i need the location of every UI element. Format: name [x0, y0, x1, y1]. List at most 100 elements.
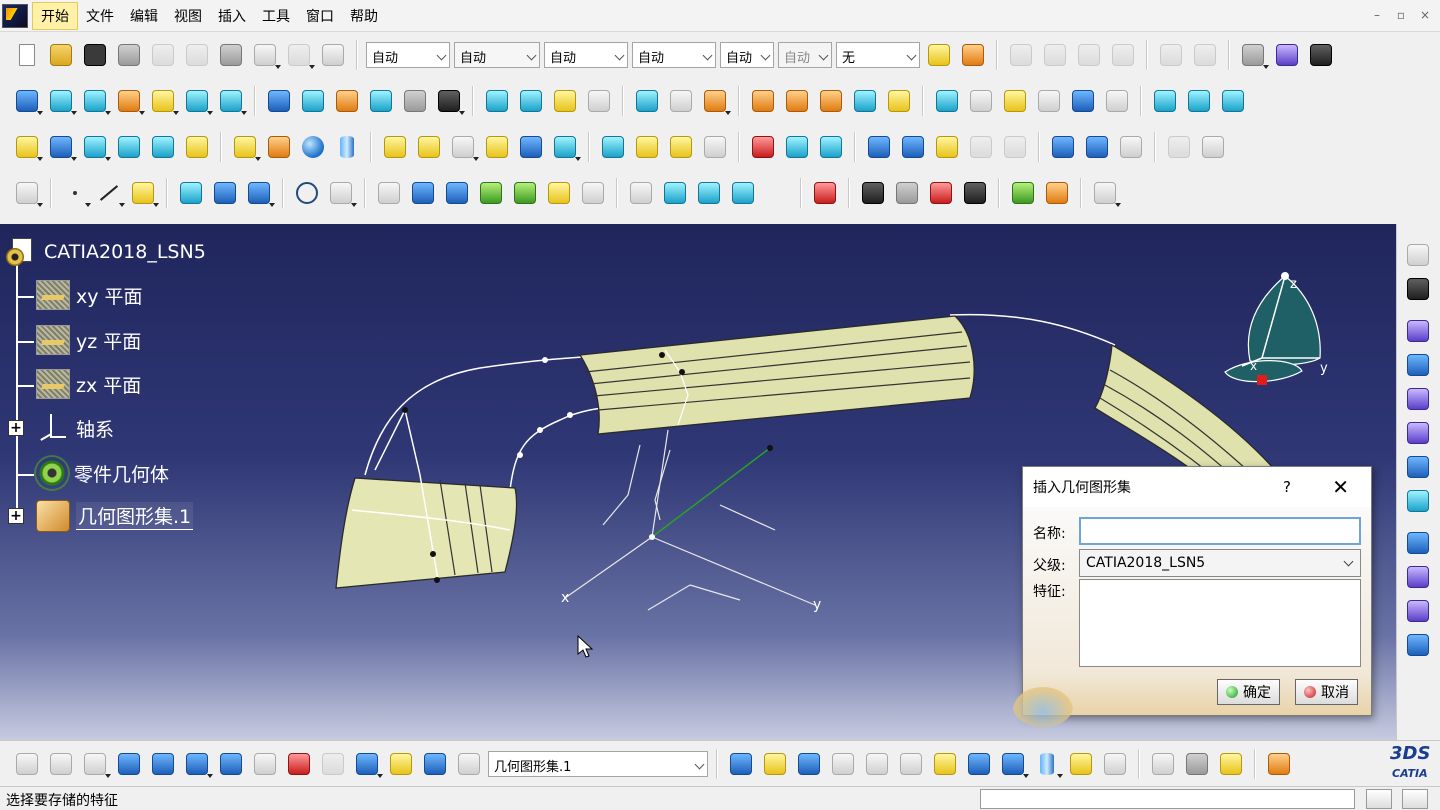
line-button[interactable]: [94, 178, 125, 208]
boolean-button[interactable]: [748, 132, 778, 162]
boundary-button[interactable]: [700, 86, 731, 116]
connect-curve-button[interactable]: [326, 178, 357, 208]
status-button-1[interactable]: [1366, 789, 1392, 809]
assemble-button[interactable]: [782, 132, 812, 162]
tritangent-button[interactable]: [884, 86, 914, 116]
geometric-set-button[interactable]: [1042, 178, 1072, 208]
remove-face-button[interactable]: [550, 132, 581, 162]
chamfer-button[interactable]: [414, 132, 444, 162]
analysis-tools-button[interactable]: [1090, 178, 1121, 208]
rect-pattern-button[interactable]: [632, 132, 662, 162]
minimize-icon[interactable]: –: [1368, 6, 1386, 24]
projection-button[interactable]: [176, 178, 206, 208]
deform-button[interactable]: [46, 86, 77, 116]
layer-button[interactable]: [182, 749, 213, 779]
box-view-button[interactable]: [216, 749, 246, 779]
plane-button[interactable]: [128, 178, 159, 208]
thick-surface-button[interactable]: [230, 132, 261, 162]
variable-fillet-button[interactable]: [782, 86, 812, 116]
line-type-combo[interactable]: 自动: [632, 42, 716, 68]
curve-point[interactable]: [434, 577, 440, 583]
formula-button[interactable]: [578, 178, 608, 208]
search-button[interactable]: [386, 749, 416, 779]
copy-button[interactable]: [182, 40, 212, 70]
dot-grid-button[interactable]: [1048, 132, 1078, 162]
wire-button[interactable]: [482, 86, 512, 116]
menu-file[interactable]: 文件: [78, 3, 122, 29]
3d-viewport[interactable]: x y CATIA2018_LSN5 xy 平面 yz 平面 zx 平面 + 轴…: [0, 224, 1396, 740]
rotate-button[interactable]: [966, 86, 996, 116]
workbench-switch-button[interactable]: [1264, 749, 1294, 779]
whats-this-button[interactable]: [318, 40, 348, 70]
open-button[interactable]: [46, 40, 76, 70]
guide-curve-upper[interactable]: [364, 355, 601, 476]
flag-button[interactable]: [298, 86, 328, 116]
stop-button[interactable]: [46, 749, 76, 779]
shape-button[interactable]: [366, 86, 396, 116]
curve-point[interactable]: [430, 551, 436, 557]
face-fillet-button[interactable]: [850, 86, 880, 116]
ok-button[interactable]: 确定: [1217, 679, 1280, 705]
pocket-button[interactable]: [46, 132, 77, 162]
selected-axis-line[interactable]: [651, 447, 771, 538]
catalog-button[interactable]: [1238, 40, 1269, 70]
user-pattern-button[interactable]: [700, 132, 730, 162]
settings-button[interactable]: [858, 178, 888, 208]
compass-origin[interactable]: [1257, 375, 1267, 385]
curve-point[interactable]: [402, 407, 408, 413]
circ-pattern-button[interactable]: [666, 132, 696, 162]
curve-point[interactable]: [767, 445, 773, 451]
zoom-out-button[interactable]: [896, 749, 926, 779]
analysis-button[interactable]: [1306, 40, 1336, 70]
tree-item-yz-plane[interactable]: yz 平面: [36, 325, 141, 355]
curve-point[interactable]: [537, 427, 543, 433]
mirror-button[interactable]: [598, 132, 628, 162]
solid-right-1-button[interactable]: [1403, 528, 1433, 558]
instantiate-button[interactable]: [810, 178, 840, 208]
select-button[interactable]: [1403, 240, 1433, 270]
surface-right-4-button[interactable]: [1403, 418, 1433, 448]
print-button[interactable]: [114, 40, 144, 70]
compass-icon[interactable]: z y x: [1210, 246, 1340, 386]
fill-button[interactable]: [182, 86, 213, 116]
surface-right-1-button[interactable]: [1403, 316, 1433, 346]
mesh-button[interactable]: [264, 86, 294, 116]
macro-button[interactable]: [960, 178, 990, 208]
menu-help[interactable]: 帮助: [342, 3, 386, 29]
command-input[interactable]: [980, 789, 1355, 809]
menu-window[interactable]: 窗口: [298, 3, 342, 29]
measure-inertia-button[interactable]: [1216, 749, 1246, 779]
intersection-button[interactable]: [210, 178, 240, 208]
curve-extrude-button[interactable]: [626, 178, 656, 208]
patch-button[interactable]: [516, 86, 546, 116]
spiral-curve-button[interactable]: [442, 178, 472, 208]
spline-button[interactable]: [374, 178, 404, 208]
menu-edit[interactable]: 编辑: [122, 3, 166, 29]
split-button[interactable]: [632, 86, 662, 116]
join-button[interactable]: [550, 86, 580, 116]
tree-root[interactable]: CATIA2018_LSN5: [6, 236, 206, 268]
render-style-button[interactable]: [1032, 749, 1063, 779]
cut-button[interactable]: [148, 40, 178, 70]
circle-pattern-button[interactable]: [1082, 132, 1112, 162]
shell-button[interactable]: [448, 132, 479, 162]
menu-insert[interactable]: 插入: [210, 3, 254, 29]
surface-grid-button[interactable]: [12, 86, 43, 116]
rib-button[interactable]: [114, 132, 144, 162]
box-button[interactable]: [584, 86, 614, 116]
zoom-in-button[interactable]: [862, 749, 892, 779]
menu-view[interactable]: 视图: [166, 3, 210, 29]
left-surface[interactable]: [335, 477, 518, 589]
axis-system[interactable]: [564, 429, 816, 611]
fit-box-button[interactable]: [250, 749, 280, 779]
blend-button[interactable]: [216, 86, 247, 116]
list-button[interactable]: [420, 749, 450, 779]
helix-button[interactable]: [408, 178, 438, 208]
parallel-curve-button[interactable]: [244, 178, 275, 208]
close-icon[interactable]: ×: [1416, 6, 1434, 24]
tree-button[interactable]: [114, 749, 144, 779]
sketcher-button[interactable]: [12, 178, 43, 208]
invert-button[interactable]: [1184, 86, 1214, 116]
redo-button[interactable]: [284, 40, 315, 70]
normal-view-button[interactable]: [930, 749, 960, 779]
